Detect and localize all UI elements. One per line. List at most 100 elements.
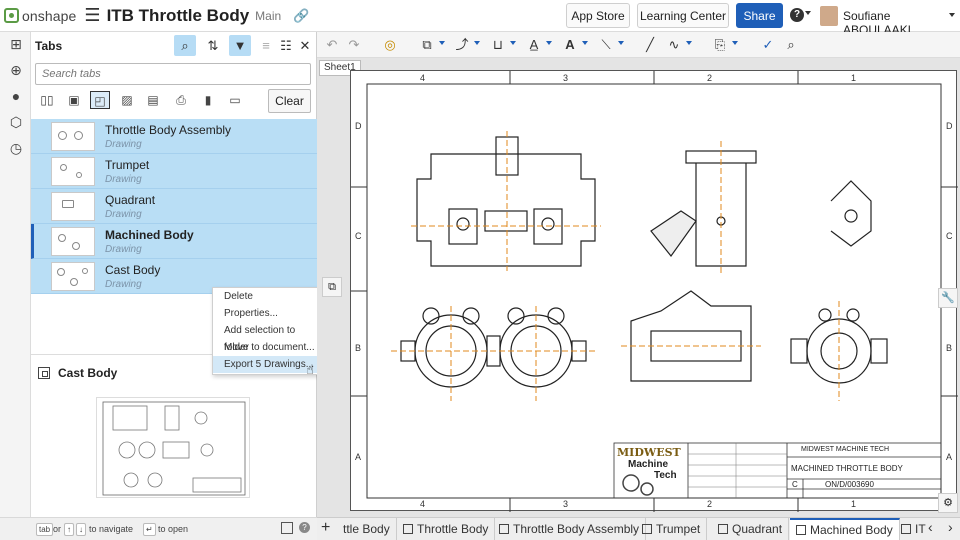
filter-pdf-icon[interactable]: ⎙ bbox=[171, 91, 191, 109]
parts-icon[interactable]: ⬡ bbox=[8, 114, 24, 130]
drawing-thumbnail bbox=[51, 192, 95, 221]
tab-quadrant[interactable]: Quadrant bbox=[712, 518, 790, 540]
spline-chevron-down-icon[interactable] bbox=[686, 41, 692, 45]
down-key: ↓ bbox=[76, 523, 86, 536]
help-chevron-down-icon[interactable] bbox=[805, 11, 811, 15]
scroll-left-icon[interactable]: ‹ bbox=[928, 519, 933, 535]
drawing-thumbnail bbox=[51, 262, 95, 291]
menu-item-add-to-folder[interactable]: Add selection to folder bbox=[213, 322, 318, 353]
export-chevron-down-icon[interactable] bbox=[732, 41, 738, 45]
tab-throttle-body[interactable]: Throttle Body bbox=[397, 518, 496, 540]
avatar[interactable] bbox=[820, 6, 838, 26]
tab-partial-left[interactable]: ttle Body bbox=[337, 518, 397, 540]
search-icon[interactable]: ⌕ bbox=[174, 35, 196, 56]
help-small-icon[interactable]: ? bbox=[299, 522, 310, 533]
left-icon-rail: ⊞ ⊕ ● ⬡ ◷ ⌕ bbox=[0, 32, 31, 540]
comments-icon[interactable]: ● bbox=[8, 88, 24, 104]
export-icon[interactable]: ⎘ bbox=[711, 36, 729, 54]
sort-icon[interactable]: ⇅ bbox=[202, 35, 224, 56]
close-icon[interactable]: ✕ bbox=[294, 35, 316, 56]
menu-item-export-drawings[interactable]: Export 5 Drawings... bbox=[213, 356, 318, 373]
onshape-logo[interactable]: onshape bbox=[4, 8, 76, 24]
note-chevron-down-icon[interactable] bbox=[546, 41, 552, 45]
insert-icon[interactable]: ⊕ bbox=[8, 62, 24, 78]
list-item[interactable]: Trumpet Drawing bbox=[31, 154, 317, 189]
history-icon[interactable]: ◷ bbox=[8, 140, 24, 156]
spline-icon[interactable]: ∿ bbox=[665, 36, 683, 54]
panel-toggle-icon[interactable] bbox=[281, 522, 293, 534]
search-input[interactable] bbox=[35, 63, 311, 85]
drawing-sheet[interactable]: 4 3 2 1 4 3 2 1 D C B A D C B A MIDWEST … bbox=[350, 70, 958, 512]
scroll-right-icon[interactable]: › bbox=[948, 519, 953, 535]
filter-image-icon[interactable]: ▨ bbox=[117, 91, 137, 109]
view-cube-icon[interactable]: ⧉ bbox=[322, 277, 342, 297]
line-icon[interactable]: ╱ bbox=[641, 36, 659, 54]
open-hint: to open bbox=[158, 524, 189, 534]
tab-name: Machined Body bbox=[105, 228, 194, 242]
onshape-logo-icon bbox=[4, 8, 19, 23]
menu-item-delete[interactable]: Delete bbox=[213, 288, 318, 305]
wrench-icon[interactable]: 🔧 bbox=[938, 288, 958, 308]
tabs-panel-title: Tabs bbox=[35, 38, 63, 53]
list-item[interactable]: Quadrant Drawing bbox=[31, 189, 317, 224]
logo-text: onshape bbox=[22, 7, 77, 24]
tab-name: Quadrant bbox=[105, 193, 156, 207]
centerline-icon[interactable]: ⟍ bbox=[597, 36, 615, 54]
add-tab-icon[interactable]: + bbox=[321, 519, 330, 537]
tab-trumpet[interactable]: Trumpet bbox=[636, 518, 708, 540]
filter-partstudio-icon[interactable]: ▯▯ bbox=[37, 91, 57, 109]
check-icon[interactable]: ✓ bbox=[759, 36, 777, 54]
filter-video-icon[interactable]: ▤ bbox=[143, 91, 163, 109]
filter-file-icon[interactable]: ▮ bbox=[198, 91, 218, 109]
clear-button[interactable]: Clear bbox=[268, 89, 311, 113]
insert-view-icon[interactable]: ⧉ bbox=[418, 36, 436, 54]
document-title[interactable]: ITB Throttle Body bbox=[107, 6, 250, 26]
drawing-thumbnail bbox=[51, 122, 95, 151]
status-bar: tab or ↑ ↓ to navigate ↵ to open ? bbox=[0, 517, 317, 540]
redo-icon[interactable]: ↷ bbox=[345, 36, 363, 54]
drawing-icon bbox=[499, 524, 509, 534]
tab-key: tab bbox=[36, 523, 54, 536]
inspect-icon[interactable]: ⌕ bbox=[782, 36, 800, 54]
configurations-icon[interactable]: ⚙ bbox=[938, 493, 958, 513]
drawing-settings-icon[interactable]: ◎ bbox=[381, 36, 399, 54]
list-view-icon[interactable]: ≡ bbox=[255, 35, 277, 56]
tab-machined-body[interactable]: Machined Body bbox=[790, 518, 900, 540]
filter-drawing-icon[interactable]: ◰ bbox=[90, 91, 110, 109]
tab-throttle-body-assembly[interactable]: Throttle Body Assembly bbox=[493, 518, 647, 540]
tabs-manager-icon[interactable]: ⊞ bbox=[8, 36, 24, 52]
centerline-chevron-down-icon[interactable] bbox=[618, 41, 624, 45]
branch-label: Main bbox=[255, 8, 282, 23]
bottom-tab-bar: + ttle Body Throttle Body Throttle Body … bbox=[317, 517, 960, 540]
tab-type: Drawing bbox=[105, 174, 142, 185]
list-item[interactable]: Machined Body Drawing bbox=[31, 224, 317, 259]
app-store-button[interactable]: App Store bbox=[566, 3, 630, 28]
dimension-icon[interactable]: ⊔ bbox=[489, 36, 507, 54]
undo-icon[interactable]: ↶ bbox=[323, 36, 341, 54]
link-icon[interactable]: 🔗 bbox=[293, 8, 309, 24]
insert-view-chevron-down-icon[interactable] bbox=[439, 41, 445, 45]
drawing-title: MACHINED THROTTLE BODY bbox=[791, 464, 903, 473]
menu-item-properties[interactable]: Properties... bbox=[213, 305, 318, 322]
drawing-icon bbox=[796, 525, 806, 535]
dimension-chevron-down-icon[interactable] bbox=[510, 41, 516, 45]
menu-item-move-to-document[interactable]: Move to document... bbox=[213, 339, 318, 356]
sketch-chevron-down-icon[interactable] bbox=[474, 41, 480, 45]
text-icon[interactable]: A bbox=[561, 36, 579, 54]
user-chevron-down-icon[interactable] bbox=[949, 13, 955, 17]
filter-assembly-icon[interactable]: ▣ bbox=[64, 91, 84, 109]
filter-cad-icon[interactable]: ▭ bbox=[225, 91, 245, 109]
sketch-icon[interactable]: ⤴ bbox=[453, 36, 471, 54]
learning-center-button[interactable]: Learning Center bbox=[637, 3, 729, 28]
text-chevron-down-icon[interactable] bbox=[582, 41, 588, 45]
note-icon[interactable]: A̲ bbox=[525, 36, 543, 54]
tab-partial-right[interactable]: IT bbox=[895, 518, 932, 540]
preview-title: Cast Body bbox=[58, 366, 118, 380]
navigate-hint: to navigate bbox=[89, 524, 134, 534]
list-item[interactable]: Throttle Body Assembly Drawing bbox=[31, 119, 317, 154]
help-icon[interactable]: ? bbox=[790, 8, 804, 22]
drawing-canvas[interactable]: Sheet1 4 3 2 1 4 3 2 1 D C B A D C B A M… bbox=[317, 58, 960, 517]
menu-icon[interactable]: ☰ bbox=[84, 5, 100, 26]
filter-icon[interactable]: ▼ bbox=[229, 35, 251, 56]
share-button[interactable]: Share bbox=[736, 3, 783, 28]
